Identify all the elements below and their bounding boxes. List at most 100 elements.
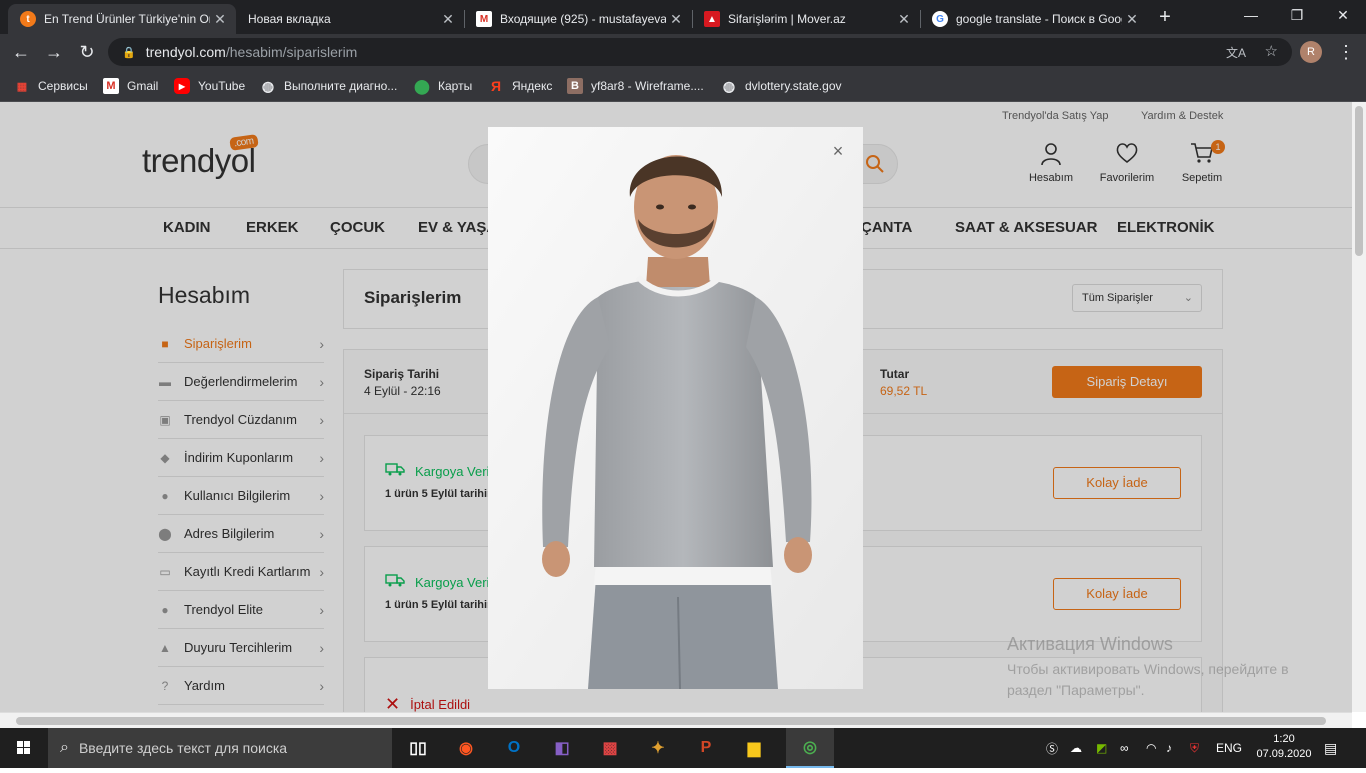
- back-icon[interactable]: ←: [9, 40, 33, 64]
- bookmarks-bar: ▦ Сервисы M Gmail ▶ YouTube ◍ Выполните диаг…: [0, 70, 1366, 102]
- file-explorer-icon[interactable]: ▆: [730, 728, 778, 768]
- scrollbar-thumb[interactable]: [16, 717, 1326, 725]
- maps-pin-icon: ⬤: [414, 77, 430, 94]
- bookmark-apps[interactable]: ▦ Сервисы: [14, 70, 88, 102]
- nvidia-icon[interactable]: ◩: [1096, 728, 1107, 768]
- bookmark-label: Карты: [438, 79, 473, 93]
- bookmark-star-icon[interactable]: ☆: [1265, 42, 1278, 60]
- browser-toolbar: ← → ↻ 🔒 trendyol.com/hesabim/siparisleri…: [0, 34, 1366, 70]
- clock-date: 07.09.2020: [1256, 748, 1312, 760]
- trendyol-page: Trendyol'da Satış Yap Yardım & Destek tr…: [0, 102, 1352, 712]
- watermark-line2: раздел "Параметры".: [1007, 682, 1145, 698]
- close-tab-icon[interactable]: ✕: [1122, 11, 1142, 28]
- chrome-icon[interactable]: ◎: [786, 728, 834, 768]
- watermark-line1: Чтобы активировать Windows, перейдите в: [1007, 661, 1289, 677]
- tab-title: Sifarişlərim | Mover.az: [728, 12, 846, 26]
- scrollbar-thumb[interactable]: [1355, 106, 1363, 256]
- vertical-scrollbar[interactable]: [1352, 102, 1366, 712]
- menu-kebab-icon[interactable]: ⋮: [1334, 40, 1358, 64]
- watermark-title: Активация Windows: [1007, 634, 1173, 654]
- yandex-icon: Я: [490, 78, 502, 94]
- bookmark-gmail[interactable]: M Gmail: [103, 70, 158, 102]
- bookmark-label: Gmail: [127, 79, 159, 93]
- volume-icon[interactable]: ♪: [1166, 728, 1172, 768]
- close-tab-icon[interactable]: ✕: [438, 11, 458, 28]
- language-indicator[interactable]: ENG: [1216, 728, 1242, 768]
- bookmark-label: yf8ar8 - Wireframe....: [591, 79, 704, 93]
- bookmark-diagnostics[interactable]: ◍ Выполните диагно...: [260, 70, 397, 102]
- horizontal-scrollbar[interactable]: [0, 712, 1352, 728]
- restore-icon[interactable]: ❐: [1274, 0, 1320, 30]
- app-icon[interactable]: ◉: [442, 728, 490, 768]
- new-tab-button[interactable]: +: [1152, 5, 1178, 29]
- task-view-icon[interactable]: ▯▯: [394, 728, 442, 768]
- tab-new-tab[interactable]: Новая вкладка ✕: [236, 4, 464, 34]
- tab-title: google translate - Поиск в Google: [956, 12, 1122, 26]
- clock-time: 1:20: [1273, 733, 1295, 745]
- notifications-icon[interactable]: ▤: [1324, 728, 1337, 768]
- bookmark-dvlottery[interactable]: ◍ dvlottery.state.gov: [721, 70, 842, 102]
- url-domain: trendyol.com: [145, 44, 226, 60]
- product-image-modal: × ›: [488, 127, 863, 689]
- modal-close-icon[interactable]: ×: [828, 141, 848, 161]
- visual-studio-icon[interactable]: ◧: [538, 728, 586, 768]
- trendyol-favicon-icon: t: [20, 11, 36, 27]
- skype-icon[interactable]: Ⓢ: [1046, 728, 1058, 768]
- bookmark-youtube[interactable]: ▶ YouTube: [174, 70, 245, 102]
- bookmark-label: YouTube: [198, 79, 246, 93]
- youtube-icon: ▶: [174, 78, 190, 94]
- game-icon[interactable]: ✦: [634, 728, 682, 768]
- lock-icon: 🔒: [122, 46, 136, 59]
- onedrive-icon[interactable]: ☁: [1070, 728, 1082, 768]
- tab-title: Новая вкладка: [248, 12, 331, 26]
- outlook-icon[interactable]: O: [490, 728, 538, 768]
- powerpoint-icon[interactable]: P: [682, 728, 730, 768]
- tab-mover[interactable]: ▲ Sifarişlərim | Mover.az ✕: [692, 4, 920, 34]
- windows-taskbar: ⌕ Введите здесь текст для поиска ▯▯ ◉ O …: [0, 728, 1366, 768]
- globe-icon: ◍: [722, 77, 736, 94]
- taskbar-search-input[interactable]: ⌕ Введите здесь текст для поиска: [48, 728, 392, 768]
- app-icon[interactable]: ▩: [586, 728, 634, 768]
- tab-title: Входящие (925) - mustafayeva: [500, 12, 666, 26]
- tab-trendyol[interactable]: t En Trend Ürünler Türkiye'nin Online Al…: [8, 4, 236, 34]
- browser-tab-strip: t En Trend Ürünler Türkiye'nin Online Al…: [0, 0, 1366, 34]
- windows-logo-icon: [17, 741, 30, 754]
- globe-icon: ◍: [261, 77, 275, 94]
- close-tab-icon[interactable]: ✕: [894, 11, 914, 28]
- taskbar-search-placeholder: Введите здесь текст для поиска: [78, 740, 288, 756]
- bookmark-maps[interactable]: ⬤ Карты: [414, 70, 472, 102]
- bookmark-label: Выполните диагно...: [284, 79, 398, 93]
- gmail-icon: M: [476, 11, 492, 27]
- tab-title: En Trend Ürünler Türkiye'nin Online Alış…: [44, 12, 210, 26]
- translate-icon[interactable]: 文A: [1226, 44, 1246, 61]
- link-icon[interactable]: ∞: [1120, 728, 1129, 768]
- close-tab-icon[interactable]: ✕: [666, 11, 686, 28]
- tab-gmail[interactable]: M Входящие (925) - mustafayeva ✕: [464, 4, 692, 34]
- address-bar[interactable]: 🔒 trendyol.com/hesabim/siparislerim 文A ☆: [108, 38, 1292, 66]
- reload-icon[interactable]: ↻: [75, 40, 99, 64]
- product-photo: [488, 127, 863, 689]
- google-icon: G: [932, 11, 948, 27]
- system-clock[interactable]: 1:20 07.09.2020: [1254, 732, 1314, 762]
- balsamiq-icon: B: [567, 78, 583, 94]
- bookmark-label: dvlottery.state.gov: [745, 79, 842, 93]
- window-close-icon[interactable]: ✕: [1320, 0, 1366, 30]
- start-button[interactable]: [0, 728, 48, 768]
- profile-avatar[interactable]: R: [1300, 41, 1322, 63]
- search-icon: ⌕: [60, 739, 69, 756]
- bookmark-wireframe[interactable]: Byf8ar8 - Wireframe....: [567, 70, 704, 102]
- tab-google-translate[interactable]: G google translate - Поиск в Google ✕: [920, 4, 1148, 34]
- forward-icon[interactable]: →: [42, 40, 66, 64]
- close-tab-icon[interactable]: ✕: [210, 11, 230, 28]
- bookmark-yandex[interactable]: Я Яндекс: [488, 70, 552, 102]
- bookmark-label: Яндекс: [512, 79, 553, 93]
- security-icon[interactable]: ⛨: [1190, 728, 1199, 768]
- apps-grid-icon: ▦: [16, 80, 28, 93]
- minimize-icon[interactable]: —: [1228, 0, 1274, 30]
- windows-activation-watermark: Активация Windows Чтобы активировать Win…: [1007, 634, 1289, 701]
- wifi-icon[interactable]: ◠: [1146, 728, 1156, 768]
- mover-favicon-icon: ▲: [704, 11, 720, 27]
- bookmark-label: Сервисы: [38, 79, 88, 93]
- url-path: /hesabim/siparislerim: [225, 44, 358, 60]
- gmail-icon: M: [103, 78, 119, 94]
